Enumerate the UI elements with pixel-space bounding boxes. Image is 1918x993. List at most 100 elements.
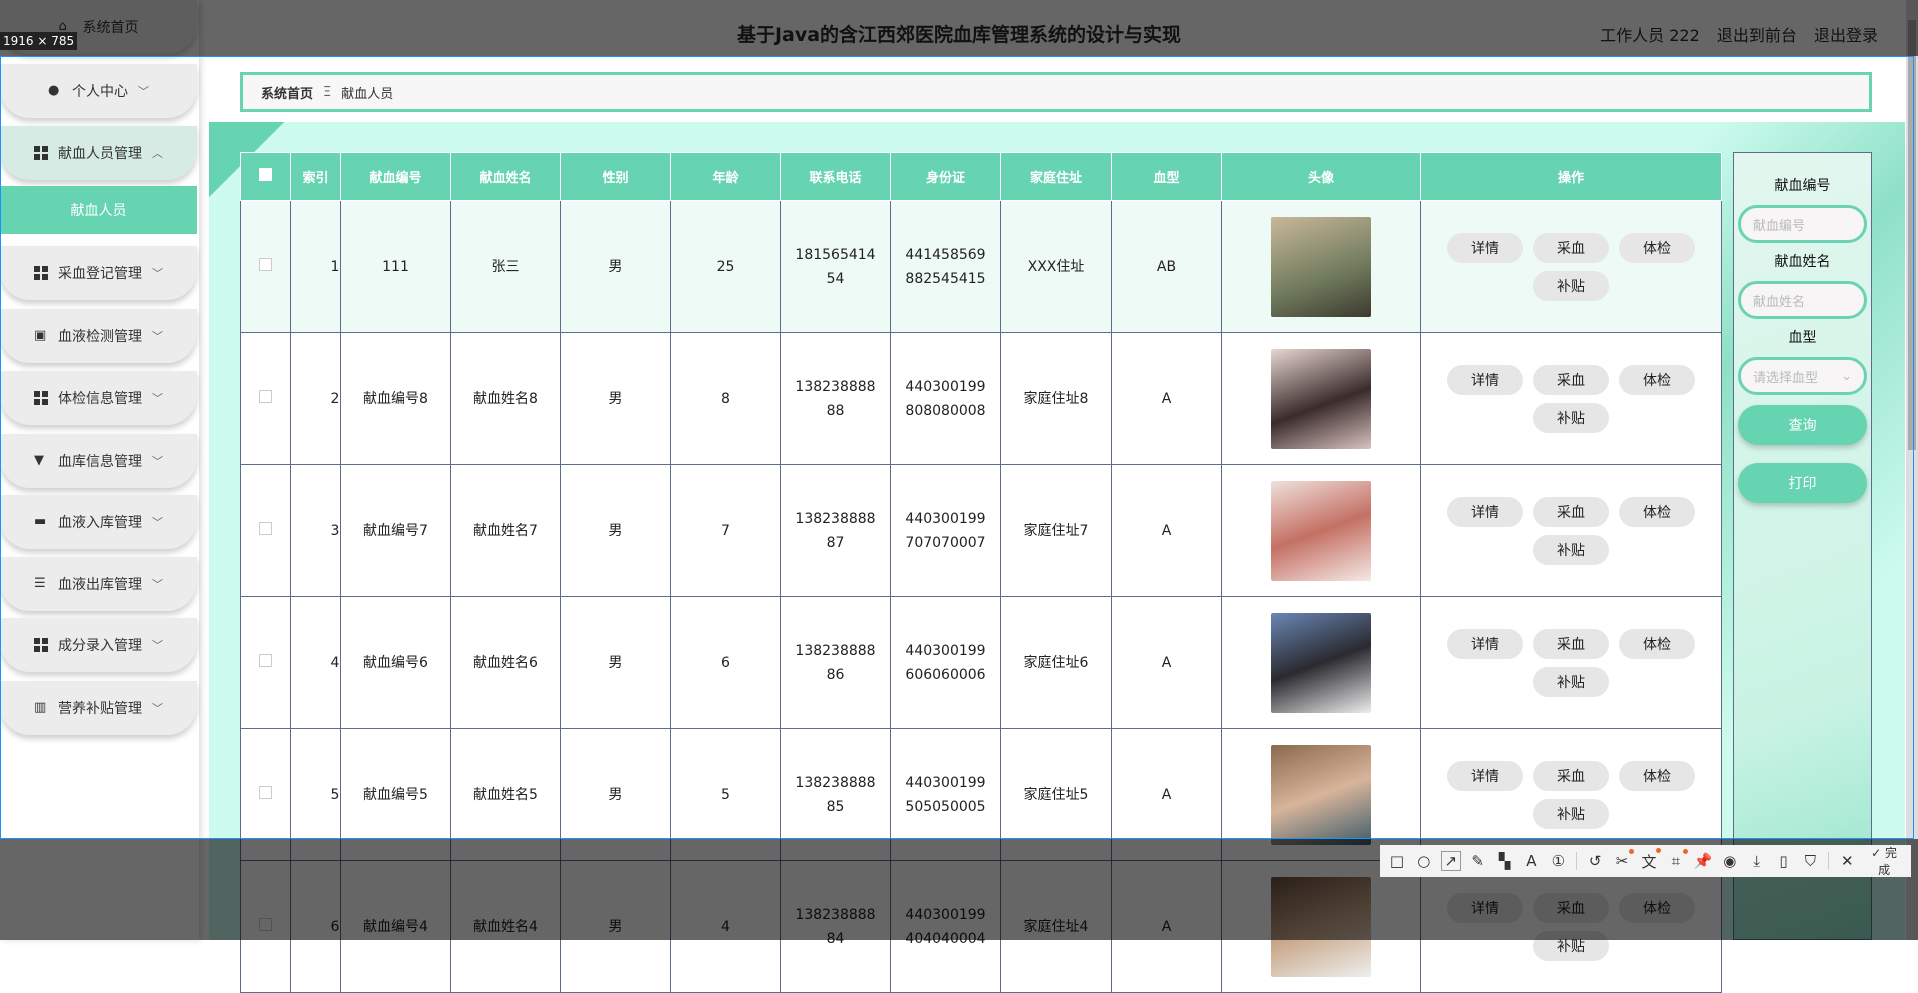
breadcrumb-home[interactable]: 系统首页 <box>261 83 313 102</box>
phone-icon[interactable]: ▯ <box>1775 852 1793 870</box>
detail-button[interactable]: 详情 <box>1447 232 1523 263</box>
exit-to-front-link[interactable]: 退出到前台 <box>1717 26 1797 45</box>
translate-icon[interactable]: 文 <box>1640 847 1661 872</box>
table-cell: 张三 <box>450 200 561 333</box>
cell-献血姓名: 张三 <box>491 258 520 275</box>
cell-献血姓名: 献血姓名5 <box>473 786 538 803</box>
checkbox-cell <box>240 200 291 333</box>
ocr-icon[interactable]: ⌗ <box>1667 849 1688 870</box>
row-checkbox[interactable] <box>259 257 272 271</box>
pen-tool-icon[interactable]: ✎ <box>1469 852 1487 870</box>
cell-献血姓名: 献血姓名6 <box>473 654 538 671</box>
sidebar-item-6[interactable]: 体检信息管理 ﹀ <box>0 371 197 425</box>
logout-link[interactable]: 退出登录 <box>1814 26 1878 45</box>
select-all-checkbox[interactable] <box>240 152 291 201</box>
sidebar-item-11[interactable]: ▥ 营养补贴管理 ﹀ <box>0 681 197 735</box>
cell-年龄: 7 <box>721 522 730 539</box>
pin-icon[interactable]: 📌 <box>1694 852 1713 870</box>
done-button[interactable]: ✓ 完成 <box>1865 844 1903 878</box>
cell-家庭住址: 家庭住址8 <box>1023 390 1089 407</box>
query-button[interactable]: 查询 <box>1738 405 1867 445</box>
number-tool-icon[interactable]: ① <box>1549 852 1567 870</box>
cell-性别: 男 <box>608 258 623 275</box>
chevron-down-icon: ﹀ <box>152 330 163 343</box>
avatar-cell <box>1221 464 1421 597</box>
bookmark-icon[interactable]: ⛉ <box>1801 852 1819 870</box>
cell-献血编号: 献血编号7 <box>363 522 428 539</box>
print-button[interactable]: 打印 <box>1738 463 1867 503</box>
sidebar-item-4[interactable]: 采血登记管理 ﹀ <box>0 246 197 300</box>
detail-button[interactable]: 详情 <box>1447 496 1523 527</box>
record-icon[interactable]: ◉ <box>1721 852 1739 870</box>
subsidy-button[interactable]: 补贴 <box>1533 402 1609 433</box>
inbox-icon: ▬ <box>34 514 47 529</box>
collect-blood-button[interactable]: 采血 <box>1533 232 1609 263</box>
subsidy-button[interactable]: 补贴 <box>1533 270 1609 301</box>
cell-身份证: 440300199606060006 <box>905 642 986 683</box>
done-label: 完成 <box>1878 846 1898 877</box>
sidebar-item-2[interactable]: 献血人员管理 ︿ <box>0 126 197 180</box>
chevron-down-icon: ﹀ <box>152 516 163 529</box>
table-cell: 男 <box>560 464 671 597</box>
chevron-down-icon: ﹀ <box>152 702 163 715</box>
sidebar-item-5[interactable]: ▣ 血液检测管理 ﹀ <box>0 309 197 363</box>
sidebar-item-3[interactable]: 献血人员 <box>0 186 197 234</box>
sidebar-item-8[interactable]: ▬ 血液入库管理 ﹀ <box>0 495 197 549</box>
blood-type-select[interactable]: 请选择血型 ⌄ <box>1738 357 1867 395</box>
avatar-image <box>1271 612 1371 713</box>
table-cell: 18156541454 <box>780 200 891 333</box>
cell-身份证: 440300199505050005 <box>905 774 986 815</box>
row-checkbox[interactable] <box>259 785 272 799</box>
download-icon[interactable]: ⤓ <box>1748 852 1766 870</box>
chevron-down-icon: ﹀ <box>152 267 163 280</box>
collect-blood-button[interactable]: 采血 <box>1533 628 1609 659</box>
rect-tool-icon[interactable]: □ <box>1388 852 1406 870</box>
sidebar-item-9[interactable]: ☰ 血液出库管理 ﹀ <box>0 557 197 611</box>
sidebar-item-10[interactable]: 成分录入管理 ﹀ <box>0 618 197 672</box>
scrollbar[interactable] <box>1906 0 1918 940</box>
cell-血型: A <box>1161 390 1172 407</box>
checkup-button[interactable]: 体检 <box>1619 628 1695 659</box>
subsidy-button[interactable]: 补贴 <box>1533 666 1609 697</box>
cell-联系电话: 13823888888 <box>795 378 876 419</box>
table-cell: 献血姓名6 <box>450 596 561 729</box>
detail-button[interactable]: 详情 <box>1447 760 1523 791</box>
checkbox-cell <box>240 464 291 597</box>
sidebar-item-7[interactable]: ▼ 血库信息管理 ﹀ <box>0 434 197 488</box>
checkup-button[interactable]: 体检 <box>1619 364 1695 395</box>
donor-name-label: 献血姓名 <box>1774 254 1831 270</box>
collect-blood-button[interactable]: 采血 <box>1533 496 1609 527</box>
ellipse-tool-icon[interactable]: ○ <box>1415 852 1433 870</box>
table-cell: 献血姓名8 <box>450 332 561 465</box>
cell-身份证: 440300199707070007 <box>905 510 986 551</box>
text-tool-icon[interactable]: A <box>1522 852 1540 870</box>
row-checkbox[interactable] <box>259 653 272 667</box>
brush-icon: ▼ <box>34 453 44 468</box>
collect-blood-button[interactable]: 采血 <box>1533 364 1609 395</box>
mosaic-tool-icon[interactable]: ▚ <box>1496 852 1514 870</box>
cell-献血编号: 献血编号8 <box>363 390 428 407</box>
donor-name-input[interactable]: 献血姓名 <box>1738 281 1867 319</box>
close-icon[interactable]: ✕ <box>1838 852 1856 870</box>
sidebar-item-1[interactable]: ● 个人中心 ﹀ <box>0 64 197 118</box>
subsidy-button[interactable]: 补贴 <box>1533 534 1609 565</box>
subsidy-button[interactable]: 补贴 <box>1533 798 1609 829</box>
arrow-tool-icon[interactable]: ↗ <box>1440 851 1461 871</box>
chevron-down-icon: ﹀ <box>152 392 163 405</box>
cell-血型: A <box>1161 522 1172 539</box>
donor-id-label: 献血编号 <box>1774 178 1831 194</box>
checkup-button[interactable]: 体检 <box>1619 232 1695 263</box>
detail-button[interactable]: 详情 <box>1447 628 1523 659</box>
breadcrumb-current: 献血人员 <box>341 86 394 102</box>
row-checkbox[interactable] <box>259 521 272 535</box>
checkup-button[interactable]: 体检 <box>1619 496 1695 527</box>
undo-icon[interactable]: ↺ <box>1586 852 1604 870</box>
collect-blood-button[interactable]: 采血 <box>1533 760 1609 791</box>
checkup-button[interactable]: 体检 <box>1619 760 1695 791</box>
detail-button[interactable]: 详情 <box>1447 364 1523 395</box>
sidebar-item-label: 血液检测管理 <box>58 329 142 345</box>
row-checkbox[interactable] <box>259 389 272 403</box>
donor-id-input[interactable]: 献血编号 <box>1738 205 1867 243</box>
avatar-cell <box>1221 332 1421 465</box>
screenshot-crop-icon[interactable]: ✂ <box>1613 849 1634 870</box>
